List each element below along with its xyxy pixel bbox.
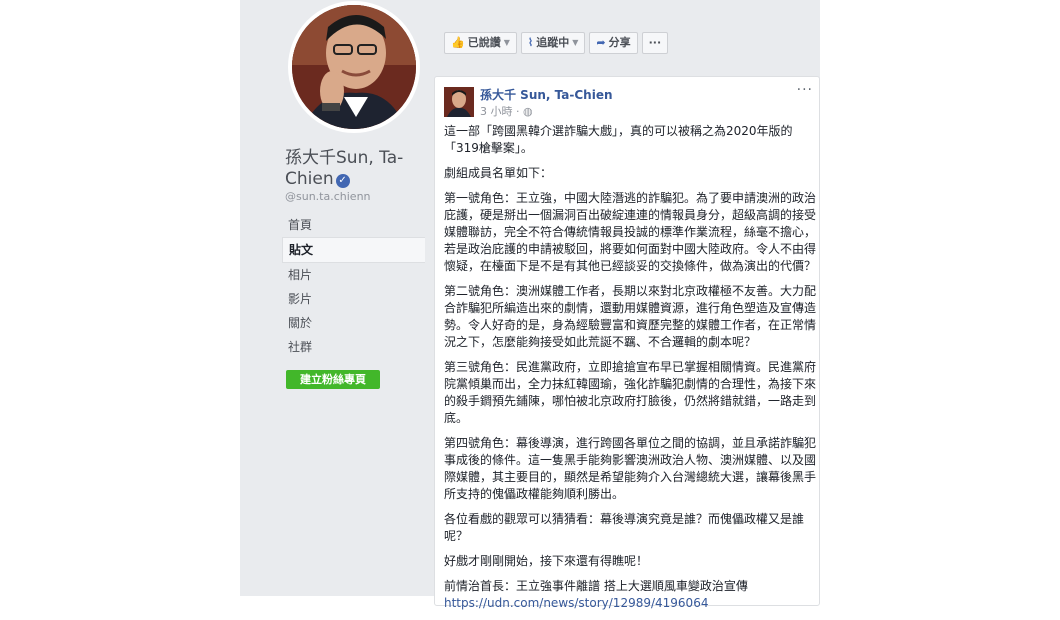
following-button[interactable]: ⌇ 追蹤中 ▼ <box>520 32 586 54</box>
nav-item-photos[interactable]: 相片 <box>282 263 425 287</box>
post-paragraph: 前情治首長：王立強事件離譜 搭上大選順風車變政治宣傳 <box>444 579 748 593</box>
liked-button[interactable]: 👍 已說讚 ▼ <box>444 32 517 54</box>
following-label: 追蹤中 <box>536 36 570 49</box>
chevron-down-icon: ▼ <box>572 38 579 47</box>
post-card: 孫大千 Sun, Ta-Chien 3 小時 · ◍ ··· 這一部「跨國黑韓介… <box>434 76 820 610</box>
post-author-avatar[interactable] <box>444 87 474 117</box>
post-paragraph: 第三號角色：民進黨政府，立即搶搶宣布早已掌握相關情資。民進黨府院黨傾巢而出，全力… <box>444 360 817 425</box>
thumbs-up-icon: 👍 <box>451 36 465 49</box>
verified-badge-icon: ✓ <box>335 174 350 188</box>
author-thumbnail-image <box>444 87 474 117</box>
post-body: 這一部「跨國黑韓介選詐騙大戲」，真的可以被稱之為2020年版的「319槍擊案」。… <box>444 123 816 620</box>
post-paragraph: 這一部「跨國黑韓介選詐騙大戲」，真的可以被稱之為2020年版的「319槍擊案」。 <box>444 124 793 155</box>
page-handle: @sun.ta.chienn <box>285 190 371 203</box>
nav-item-about[interactable]: 關於 <box>282 311 425 335</box>
liked-label: 已說讚 <box>467 36 501 49</box>
nav-item-videos[interactable]: 影片 <box>282 287 425 311</box>
post-timestamp[interactable]: 3 小時 · <box>480 105 520 118</box>
post-author-name[interactable]: 孫大千 Sun, Ta-Chien <box>480 86 613 103</box>
post-paragraph: 第二號角色：澳洲媒體工作者，長期以來對北京政權極不友善。大力配合詐騙犯所編造出來… <box>444 284 817 349</box>
profile-picture[interactable] <box>288 1 420 133</box>
portrait-image <box>292 5 416 129</box>
share-button[interactable]: ➦ 分享 <box>589 32 638 54</box>
page-action-bar: 👍 已說讚 ▼ ⌇ 追蹤中 ▼ ➦ 分享 ··· <box>444 32 669 54</box>
more-actions-button[interactable]: ··· <box>641 32 669 54</box>
post-options-icon[interactable]: ··· <box>797 82 813 98</box>
page-nav: 首頁 貼文 相片 影片 關於 社群 <box>282 213 425 359</box>
nav-item-posts[interactable]: 貼文 <box>282 237 425 263</box>
post-paragraph: 第一號角色：王立強，中國大陸潛逃的詐騙犯。為了要申請澳洲的政治庇護，硬是掰出一個… <box>444 191 817 273</box>
post-paragraph: 各位看戲的觀眾可以猜猜看：幕後導演究竟是誰？而傀儡政權又是誰呢？ <box>444 512 805 543</box>
post-paragraph: 好戲才剛剛開始，接下來還有得瞧呢！ <box>444 554 649 568</box>
post-paragraph: 劇組成員名單如下： <box>444 166 553 180</box>
share-arrow-icon: ➦ <box>596 36 606 49</box>
nav-item-home[interactable]: 首頁 <box>282 213 425 237</box>
post-link[interactable]: https://udn.com/news/story/12989/4196064 <box>444 595 816 612</box>
globe-icon: ◍ <box>523 105 533 118</box>
nav-item-community[interactable]: 社群 <box>282 335 425 359</box>
page-name[interactable]: 孫大千Sun, Ta-Chien ✓ <box>285 148 425 190</box>
rss-icon: ⌇ <box>527 36 534 49</box>
share-label: 分享 <box>608 36 631 49</box>
chevron-down-icon: ▼ <box>503 38 510 47</box>
post-meta: 3 小時 · ◍ <box>480 103 533 119</box>
create-page-button[interactable]: 建立粉絲專頁 <box>286 370 380 389</box>
post-paragraph: 第四號角色：幕後導演，進行跨國各單位之間的協調，並且承諾詐騙犯事成後的條件。這一… <box>444 436 817 501</box>
